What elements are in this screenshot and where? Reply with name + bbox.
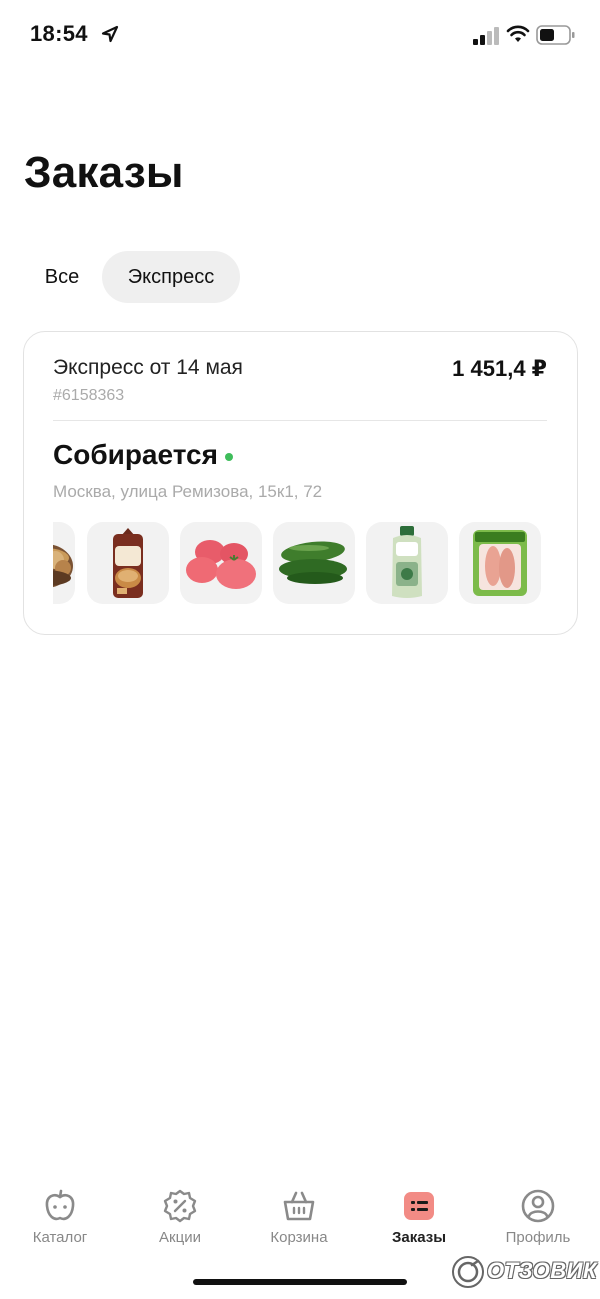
watermark: ОТЗОВИК — [451, 1253, 597, 1291]
profile-icon — [521, 1189, 555, 1223]
watermark-text: ОТЗОВИК — [487, 1258, 597, 1283]
order-price: 1 451,4 ₽ — [452, 356, 547, 381]
detergent-bottle-icon — [366, 522, 448, 604]
nav-orders[interactable]: Заказы — [369, 1172, 469, 1252]
wifi-icon — [506, 25, 530, 42]
nav-label: Корзина — [270, 1229, 328, 1246]
nav-label: Акции — [159, 1229, 201, 1246]
order-card[interactable]: Экспресс от 14 мая 1 451,4 ₽ #6158363 Со… — [23, 331, 578, 635]
tab-express[interactable]: Экспресс — [102, 251, 240, 303]
status-indicator-dot — [225, 453, 233, 461]
bread-pack-icon — [87, 522, 169, 604]
orders-icon — [404, 1192, 434, 1220]
product-thumbnails[interactable] — [53, 522, 573, 604]
divider — [53, 420, 547, 421]
nav-label: Профиль — [505, 1229, 571, 1246]
nav-cart[interactable]: Корзина — [249, 1172, 349, 1252]
discount-icon — [163, 1189, 197, 1223]
battery-icon — [536, 25, 575, 45]
basket-icon — [283, 1191, 315, 1221]
bottom-nav: Каталог Акции Корзина Заказы Профиль — [0, 1172, 600, 1262]
status-bar: 18:54 — [0, 0, 600, 72]
nav-label: Каталог — [32, 1229, 88, 1246]
cucumbers-icon — [273, 522, 355, 604]
cellular-signal-icon — [473, 27, 499, 45]
order-address: Москва, улица Ремизова, 15к1, 72 — [53, 482, 323, 501]
meat-pack-icon — [459, 522, 541, 604]
home-indicator — [193, 1279, 407, 1285]
nav-profile[interactable]: Профиль — [488, 1172, 588, 1252]
otzovik-logo-icon — [452, 1256, 484, 1288]
nav-label: Заказы — [391, 1229, 447, 1246]
apple-icon — [45, 1189, 75, 1221]
order-number: #6158363 — [53, 387, 125, 404]
location-arrow-icon — [101, 25, 119, 43]
tomatoes-icon — [180, 522, 262, 604]
order-status: Собирается — [53, 439, 218, 470]
potato-bowl-icon — [53, 522, 75, 604]
nav-promos[interactable]: Акции — [130, 1172, 230, 1252]
page-title: Заказы — [24, 148, 184, 197]
nav-catalog[interactable]: Каталог — [10, 1172, 110, 1252]
tab-all[interactable]: Все — [24, 251, 100, 303]
status-time: 18:54 — [30, 21, 88, 46]
order-title: Экспресс от 14 мая — [53, 356, 243, 379]
